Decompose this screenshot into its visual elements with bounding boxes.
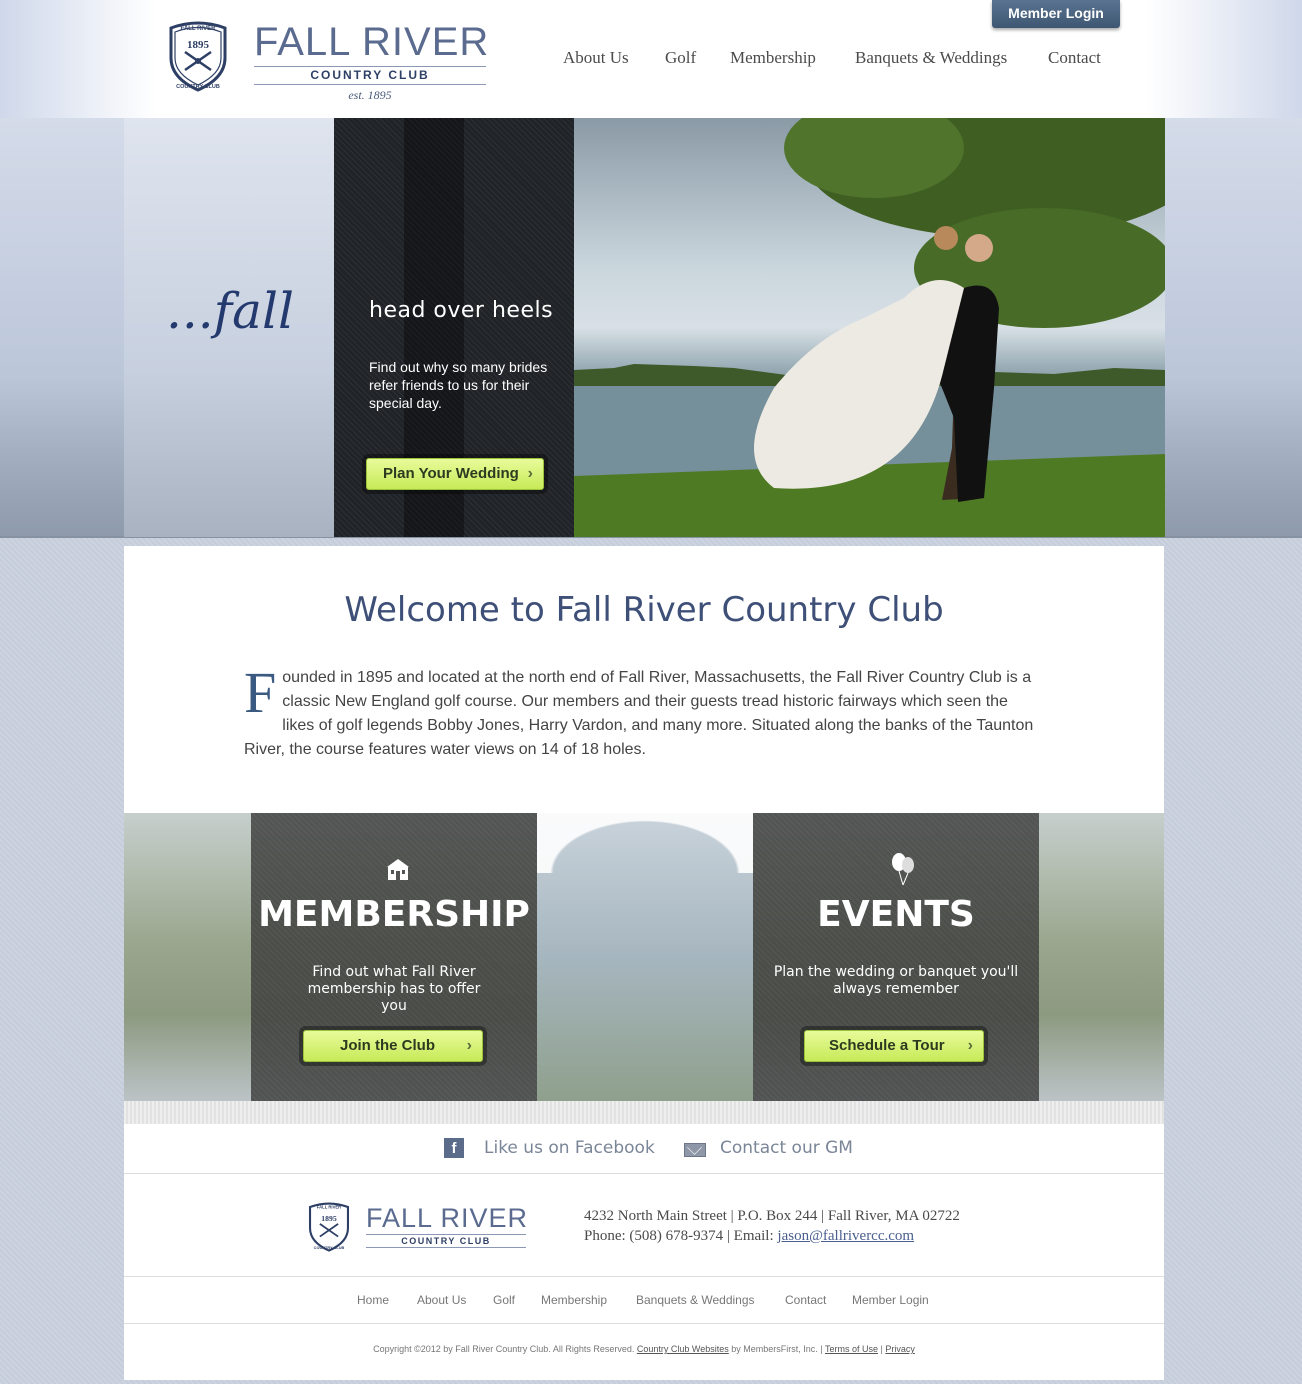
nav-item-banquets-weddings[interactable]: Banquets & Weddings [855, 48, 1007, 68]
promo-divider-image [537, 813, 753, 1101]
contact-gm-link[interactable]: Contact our GM [720, 1138, 853, 1158]
intro-dropcap: F [244, 660, 277, 725]
footer-nav-member-login[interactable]: Member Login [852, 1293, 929, 1307]
logo-title[interactable]: FALL RIVER [254, 22, 494, 62]
footer-address: 4232 North Main Street | P.O. Box 244 | … [584, 1208, 960, 1224]
member-login-button[interactable]: Member Login [992, 0, 1120, 28]
hero-body-text: Find out why so many brides refer friend… [369, 359, 548, 411]
nav-item-about-us[interactable]: About Us [563, 48, 629, 68]
welcome-title: Welcome to Fall River Country Club [344, 590, 944, 630]
envelope-icon[interactable] [684, 1143, 706, 1157]
svg-text:1895: 1895 [321, 1214, 337, 1223]
footer-nav-home[interactable]: Home [357, 1293, 389, 1307]
wedding-photo-illustration [574, 118, 1165, 537]
footer-nav-about-us[interactable]: About Us [417, 1293, 466, 1307]
intro-paragraph: Founded in 1895 and located at the north… [244, 660, 1044, 762]
svg-text:FALL RIVER: FALL RIVER [181, 26, 217, 32]
copyright-by: by MembersFirst, Inc. | [731, 1344, 823, 1354]
footer-phone: Phone: (508) 678-9374 | Email: [584, 1228, 778, 1244]
footer-logo-subtitle[interactable]: COUNTRY CLUB [366, 1234, 526, 1248]
svg-text:1895: 1895 [187, 39, 210, 51]
events-text: Plan the wedding or banquet you'll alway… [773, 964, 1019, 997]
svg-text:FALL RIVER: FALL RIVER [317, 1204, 341, 1209]
join-club-label: Join the Club [340, 1037, 435, 1054]
site-header: FALL RIVER 1895 COUNTRY CLUB FALL RIVER … [0, 0, 1302, 118]
membership-text: Find out what Fall River membership has … [307, 964, 481, 1014]
club-crest-logo[interactable]: FALL RIVER 1895 COUNTRY CLUB [163, 18, 233, 92]
hero-tagline: ...fall [166, 282, 294, 340]
footer-address-block: 4232 North Main Street | P.O. Box 244 | … [584, 1206, 960, 1246]
events-title: EVENTS [817, 894, 975, 935]
footer-club-crest-logo[interactable]: FALL RIVER 1895 COUNTRY CLUB [304, 1200, 354, 1252]
copyright-text: Copyright ©2012 by Fall River Country Cl… [373, 1344, 635, 1354]
clubhouse-icon [387, 859, 409, 880]
footer-nav-banquets-weddings[interactable]: Banquets & Weddings [636, 1293, 755, 1307]
svg-text:COUNTRY CLUB: COUNTRY CLUB [176, 84, 220, 90]
balloons-icon [892, 853, 914, 886]
schedule-tour-label: Schedule a Tour [829, 1037, 945, 1054]
privacy-link[interactable]: Privacy [885, 1344, 915, 1354]
plan-wedding-button[interactable]: Plan Your Wedding › [366, 458, 544, 490]
footer-email-link[interactable]: jason@fallrivercc.com [777, 1228, 914, 1244]
copyright: Copyright ©2012 by Fall River Country Cl… [0, 1344, 1288, 1354]
schedule-tour-button[interactable]: Schedule a Tour › [804, 1030, 984, 1062]
facebook-link[interactable]: Like us on Facebook [484, 1138, 655, 1158]
chevron-right-icon: › [466, 1037, 472, 1054]
footer-nav-membership[interactable]: Membership [541, 1293, 607, 1307]
plan-wedding-label: Plan Your Wedding [383, 465, 519, 482]
facebook-icon[interactable]: f [444, 1138, 464, 1158]
footer-nav-contact[interactable]: Contact [785, 1293, 826, 1307]
wedding-couple-photo [574, 118, 1165, 537]
decorative-stripe [124, 1101, 1164, 1124]
intro-text: ounded in 1895 and located at the north … [244, 669, 1034, 758]
hero-heading: head over heels [369, 298, 554, 323]
chevron-right-icon: › [967, 1037, 973, 1054]
nav-item-golf[interactable]: Golf [665, 48, 696, 68]
nav-item-membership[interactable]: Membership [730, 48, 816, 68]
footer-nav-golf[interactable]: Golf [493, 1293, 515, 1307]
footer-logo-title[interactable]: FALL RIVER [366, 1203, 536, 1234]
membership-title: MEMBERSHIP [258, 894, 530, 935]
footer-contact-line: Phone: (508) 678-9374 | Email: jason@fal… [584, 1226, 960, 1246]
join-club-button[interactable]: Join the Club › [303, 1030, 483, 1062]
country-club-websites-link[interactable]: Country Club Websites [637, 1344, 729, 1354]
logo-subtitle[interactable]: COUNTRY CLUB [254, 66, 486, 85]
svg-text:COUNTRY CLUB: COUNTRY CLUB [314, 1246, 345, 1250]
copyright-separator: | [880, 1344, 883, 1354]
nav-item-contact[interactable]: Contact [1048, 48, 1101, 68]
logo-established: est. 1895 [348, 88, 392, 102]
terms-of-use-link[interactable]: Terms of Use [825, 1344, 878, 1354]
chevron-right-icon: › [527, 465, 533, 482]
